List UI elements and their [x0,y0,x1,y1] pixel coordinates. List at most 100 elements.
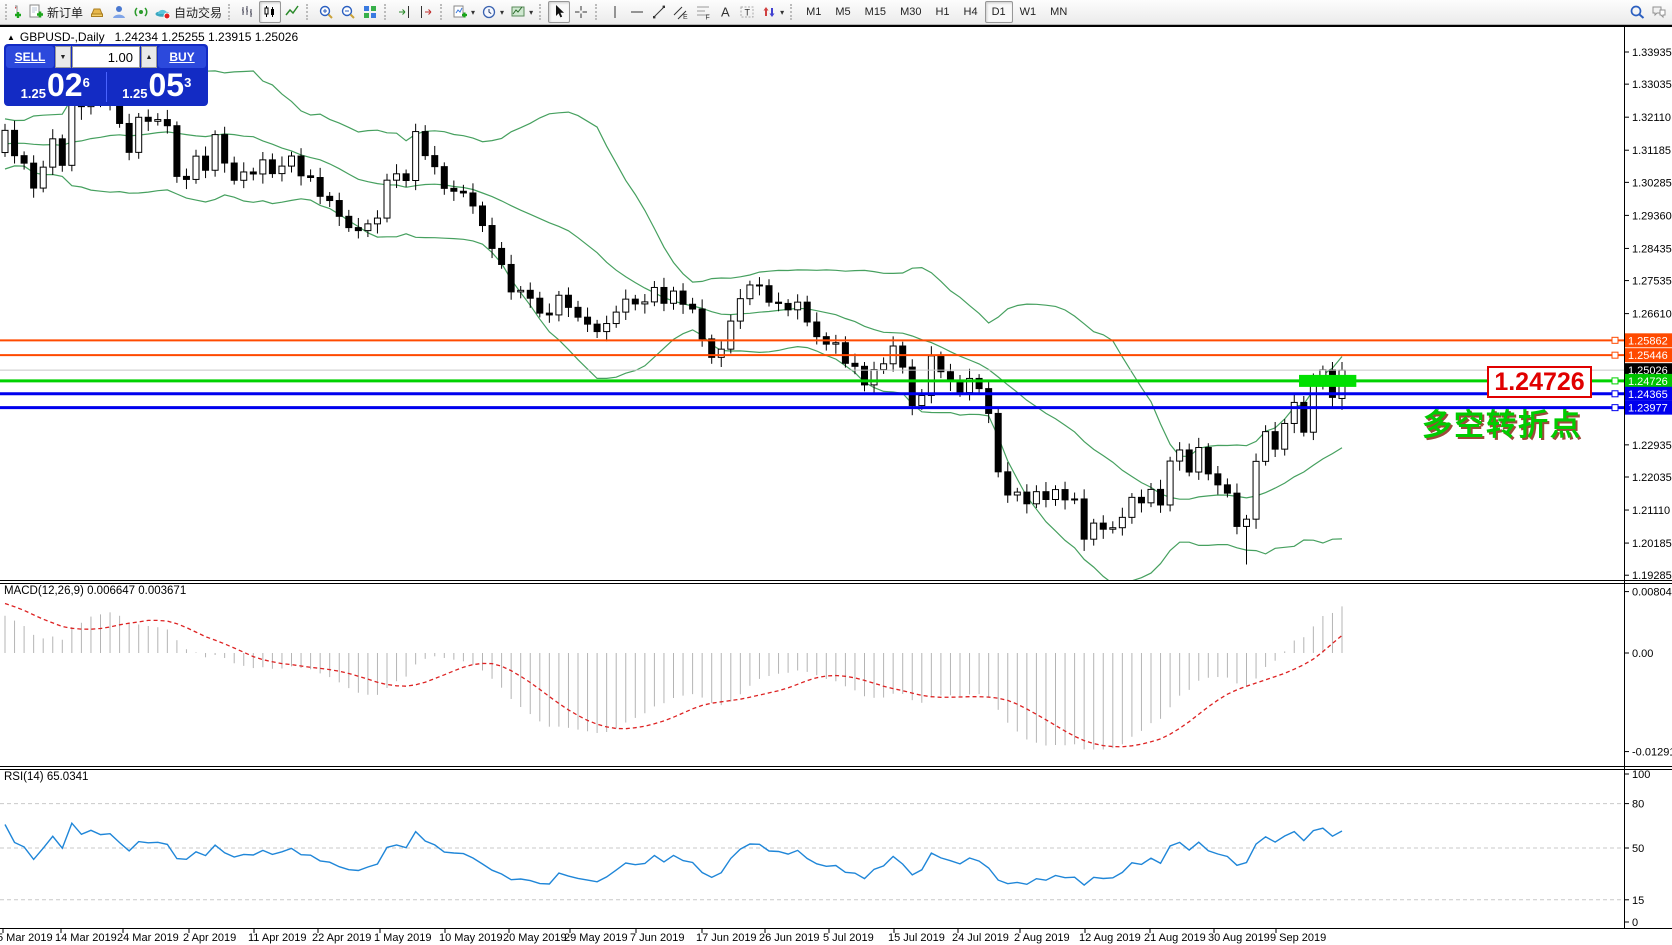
svg-text:1.24726: 1.24726 [1628,376,1668,388]
horizontal-level-lines[interactable] [0,337,1624,410]
cursor-tool-button[interactable] [548,1,570,23]
candle-body [2,130,8,152]
toolbar-group-grip[interactable] [790,4,795,20]
fibonacci-tool-icon: F [695,4,711,20]
signals-button[interactable] [130,1,152,23]
sell-button[interactable]: SELL [6,46,54,68]
collapse-triangle-icon[interactable]: ▲ [7,33,15,42]
bid-big-digits: 02 [47,67,83,104]
toolbar-group-grip[interactable] [228,4,233,20]
tab-tf-m15[interactable]: M15 [858,1,893,23]
auto-scroll-button[interactable] [393,1,415,23]
chevron-down-icon[interactable]: ▾ [780,8,784,17]
zoom-out-button[interactable] [337,1,359,23]
svg-text:15: 15 [1632,895,1644,907]
chevron-down-icon[interactable]: ▾ [500,8,504,17]
toolbar-group-grip[interactable] [440,4,445,20]
tab-tf-m30[interactable]: M30 [893,1,928,23]
fibonacci-tool-button[interactable]: F [692,1,714,23]
price-annotation-box[interactable]: 1.24726 [1487,366,1592,398]
toolbar-group-grip[interactable] [5,4,10,20]
channel-tool-button[interactable]: E [670,1,692,23]
line-chart-button[interactable] [281,1,303,23]
tab-tf-d1[interactable]: D1 [985,1,1013,23]
candle-body [460,191,466,193]
volume-input[interactable] [72,46,140,68]
level-line-handle[interactable] [1612,391,1618,397]
candle-body [756,285,762,286]
shapes-menu-button[interactable]: ▾ [758,1,787,23]
toolbar-group-grip[interactable] [595,4,600,20]
tile-windows-button[interactable] [359,1,381,23]
price-axis[interactable]: 1.339351.330351.321101.311851.302851.293… [1624,47,1672,929]
level-line-handle[interactable] [1612,405,1618,411]
crosshair-tool-button[interactable] [570,1,592,23]
toolbar-group-grip[interactable] [384,4,389,20]
tab-tf-h1[interactable]: H1 [928,1,956,23]
tab-tf-w1[interactable]: W1 [1013,1,1044,23]
trendline-tool-button[interactable] [648,1,670,23]
candle-body [623,299,629,312]
rsi-pane[interactable] [0,804,1624,900]
text-tool-icon: A [717,4,733,20]
volume-decrease-button[interactable]: ▼ [55,46,71,68]
candle-body [183,176,189,179]
candle-body [995,413,1001,471]
macd-pane[interactable] [5,604,1342,750]
bar-chart-button[interactable] [237,1,259,23]
vertical-line-tool-button[interactable] [604,1,626,23]
label-tool-button[interactable]: T [736,1,758,23]
new-order-button[interactable]: 新订单 [25,1,86,23]
tab-tf-m5[interactable]: M5 [828,1,857,23]
candle-body [527,290,533,298]
level-line-handle[interactable] [1612,352,1618,358]
chat-button[interactable] [1648,1,1670,23]
tab-tf-h4[interactable]: H4 [957,1,985,23]
tab-tf-m1[interactable]: M1 [799,1,828,23]
horizontal-line-tool-icon [629,4,645,20]
search-button[interactable] [1626,1,1648,23]
highlight-zone[interactable] [1299,375,1356,387]
tile-windows-icon [362,4,378,20]
turning-point-text[interactable]: 多空转折点 [1422,400,1582,444]
zoom-in-button[interactable] [315,1,337,23]
text-tool-button[interactable]: A [714,1,736,23]
candle-body [126,123,132,152]
candle-body [928,356,934,396]
periods-menu-button[interactable]: ▾ [478,1,507,23]
market-button[interactable] [86,1,108,23]
level-line-handle[interactable] [1612,337,1618,343]
chevron-down-icon[interactable]: ▾ [529,8,533,17]
candle-body [556,295,562,315]
main-price-pane[interactable] [2,57,1345,584]
level-line-handle[interactable] [1612,378,1618,384]
candle-body [1062,490,1068,500]
tab-tf-mn[interactable]: MN [1043,1,1074,23]
date-tick-label: 5 Mar 2019 [0,932,53,944]
candle-body [269,160,275,174]
candle-body [432,156,438,167]
candlestick-chart-button[interactable] [259,1,281,23]
toolbar-group-grip[interactable] [306,4,311,20]
candle-body [1091,523,1097,539]
indicators-menu-button[interactable]: ▾ [449,1,478,23]
new-chart-button[interactable] [14,1,25,23]
bollinger-band-u [5,71,1342,456]
chart-shift-button[interactable] [415,1,437,23]
buy-button[interactable]: BUY [158,46,206,68]
date-axis[interactable]: 5 Mar 201914 Mar 201924 Mar 20192 Apr 20… [0,929,1326,944]
horizontal-line-tool-button[interactable] [626,1,648,23]
community-button[interactable] [108,1,130,23]
svg-text:T: T [745,8,751,18]
bollinger-band-l [5,166,1342,584]
autotrading-button[interactable]: 自动交易 [152,1,225,23]
chevron-down-icon[interactable]: ▾ [471,8,475,17]
templates-menu-button[interactable]: ▾ [507,1,536,23]
toolbar-group-grip[interactable] [539,4,544,20]
volume-increase-button[interactable]: ▲ [141,46,157,68]
chart-canvas[interactable]: 1.339351.330351.321101.311851.302851.293… [0,0,1672,945]
ask-price[interactable]: 1.25 05 3 [108,70,207,104]
bid-price[interactable]: 1.25 02 6 [6,70,105,104]
candle-body [919,395,925,405]
svg-text:1.31185: 1.31185 [1632,145,1671,157]
